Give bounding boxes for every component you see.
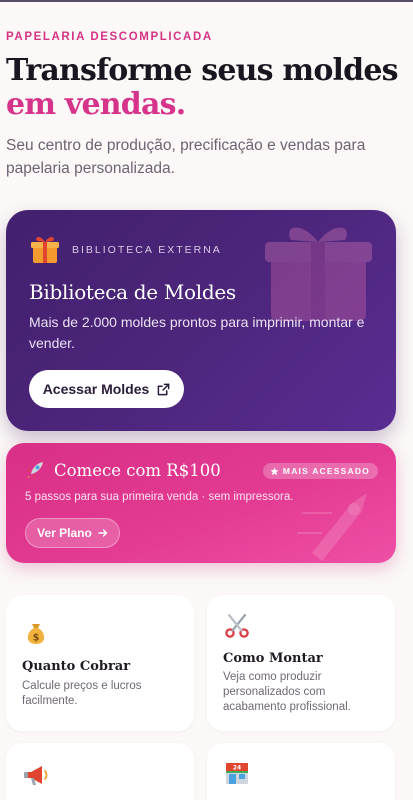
library-tag: BIBLIOTECA EXTERNA xyxy=(72,244,222,256)
page-subtitle: Seu centro de produção, precificação e v… xyxy=(6,137,366,177)
scissors-icon xyxy=(225,613,249,638)
library-title: Biblioteca de Moldes xyxy=(29,280,236,304)
star-icon xyxy=(270,467,279,475)
eyebrow-label: PAPELARIA DESCOMPLICADA xyxy=(6,31,213,43)
view-plan-label: Ver Plano xyxy=(37,526,92,540)
badge-label: MAIS ACESSADO xyxy=(282,466,370,476)
starter-plan-card[interactable]: Comece com R$100 MAIS ACESSADO 5 passos … xyxy=(6,443,396,563)
most-accessed-badge: MAIS ACESSADO xyxy=(262,463,378,479)
title-line-1: Transforme seus moldes xyxy=(6,53,399,88)
library-description: Mais de 2.000 moldes prontos para imprim… xyxy=(29,314,365,351)
feature-title: Quanto Cobrar xyxy=(22,659,131,674)
library-card[interactable]: BIBLIOTECA EXTERNA Biblioteca de Moldes … xyxy=(6,210,396,431)
arrow-right-icon xyxy=(98,529,108,537)
view-plan-button[interactable]: Ver Plano xyxy=(25,518,120,548)
money-bag-icon: $ xyxy=(27,624,45,644)
access-molds-label: Acessar Moldes xyxy=(42,381,150,397)
feature-card-assembly[interactable]: Como Montar Veja como produzir personali… xyxy=(207,595,395,731)
feature-card-marketing[interactable] xyxy=(6,743,194,800)
page-title: Transforme seus moldes em vendas. xyxy=(6,54,406,122)
top-divider xyxy=(0,0,413,2)
access-molds-button[interactable]: Acessar Moldes xyxy=(29,370,184,408)
feature-title: Como Montar xyxy=(223,651,323,666)
gift-decoration-icon xyxy=(265,227,372,321)
feature-description: Veja como produzir personalizados com ac… xyxy=(223,671,351,713)
external-link-icon xyxy=(157,383,170,395)
feature-card-store[interactable]: 24 xyxy=(207,743,395,800)
rocket-icon xyxy=(27,462,43,478)
svg-text:24: 24 xyxy=(233,765,241,772)
megaphone-icon xyxy=(24,766,48,785)
svg-text:$: $ xyxy=(33,633,40,644)
feature-description: Calcule preços e lucros facilmente. xyxy=(22,680,142,707)
plan-title: Comece com R$100 xyxy=(54,461,221,480)
rocket-decoration-icon xyxy=(297,493,367,561)
title-line-2: em vendas. xyxy=(6,87,186,122)
plan-description: 5 passos para sua primeira venda · sem i… xyxy=(25,491,294,503)
convenience-store-icon: 24 xyxy=(226,763,248,784)
gift-icon xyxy=(31,236,59,263)
feature-card-pricing[interactable]: $ Quanto Cobrar Calcule preços e lucros … xyxy=(6,595,194,731)
